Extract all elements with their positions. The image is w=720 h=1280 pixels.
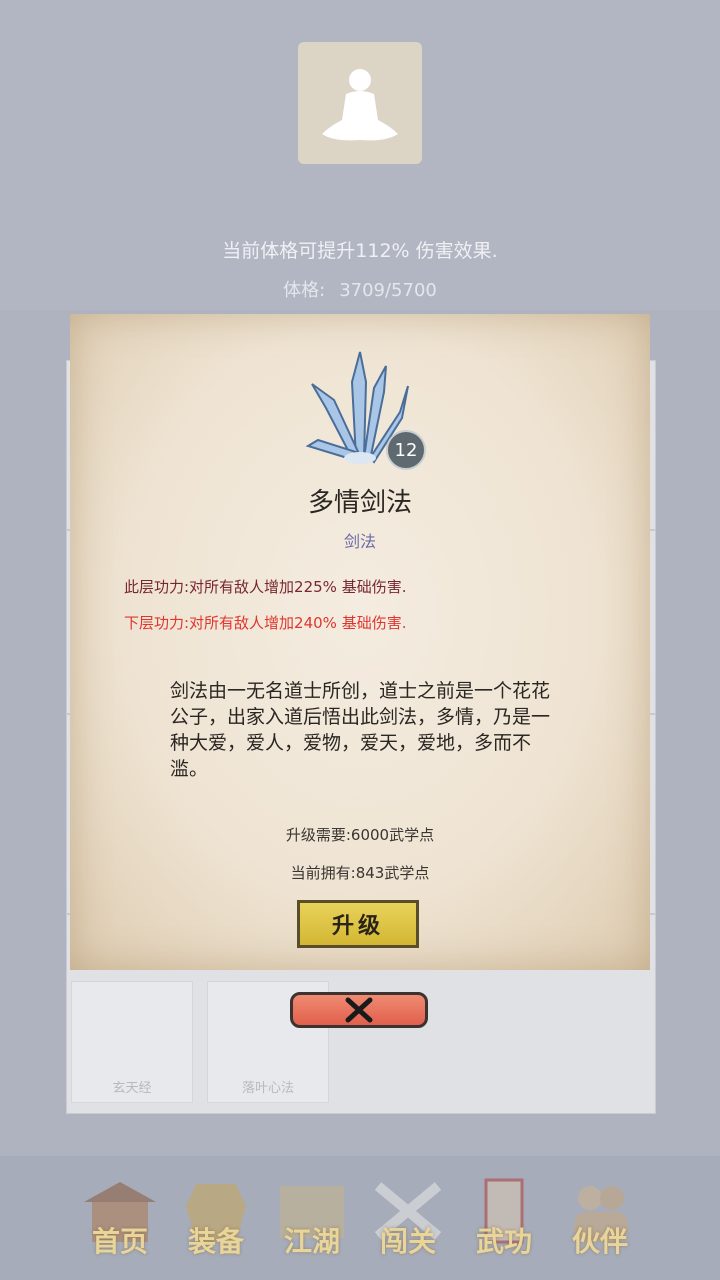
close-icon: [345, 997, 373, 1023]
nav-jianghu[interactable]: 江湖: [264, 1170, 360, 1270]
meditation-avatar[interactable]: [298, 42, 422, 164]
upgrade-button[interactable]: 升级: [297, 900, 419, 948]
nav-partners[interactable]: 伙伴: [552, 1170, 648, 1270]
card-label: 落叶心法: [241, 1081, 294, 1096]
nav-label: 闯关: [379, 1225, 436, 1258]
constitution-effect-text: 当前体格可提升112% 伤害效果.: [222, 240, 498, 262]
upgrade-cost: 升级需要:6000武学点: [285, 826, 435, 844]
nav-label: 首页: [91, 1225, 148, 1258]
current-level-effect: 此层功力:对所有敌人增加225% 基础伤害.: [124, 578, 407, 596]
card-label: 玄天经: [112, 1081, 152, 1096]
close-button[interactable]: [290, 992, 428, 1028]
skill-level-badge: 12: [386, 430, 426, 470]
constitution-value: 3709/5700: [339, 280, 437, 301]
bottom-nav: 首页 装备 江湖 闯关 武功 伙伴: [0, 1156, 720, 1280]
header-area: 当前体格可提升112% 伤害效果. 体格: 3709/5700: [0, 0, 720, 310]
current-points: 当前拥有:843武学点: [290, 864, 430, 882]
nav-label: 伙伴: [571, 1225, 628, 1258]
nav-label: 装备: [187, 1225, 244, 1258]
list-card-xuantianjing[interactable]: 玄天经: [71, 981, 193, 1103]
nav-label: 江湖: [283, 1225, 340, 1258]
constitution-label: 体格:: [283, 280, 326, 301]
skill-description: 剑法由一无名道士所创，道士之前是一个花花公子，出家入道后悟出此剑法，多情，乃是一…: [170, 680, 551, 780]
nav-equipment[interactable]: 装备: [168, 1170, 264, 1270]
nav-martial-arts[interactable]: 武功: [456, 1170, 552, 1270]
next-level-effect: 下层功力:对所有敌人增加240% 基础伤害.: [124, 614, 407, 632]
skill-name: 多情剑法: [307, 488, 412, 518]
nav-label: 武功: [475, 1225, 532, 1258]
meditation-icon: [322, 69, 398, 141]
skill-detail-scroll: 12 多情剑法 剑法 此层功力:对所有敌人增加225% 基础伤害. 下层功力:对…: [70, 314, 650, 970]
constitution-stat: 体格: 3709/5700: [0, 276, 720, 302]
nav-home[interactable]: 首页: [72, 1170, 168, 1270]
skill-type: 剑法: [343, 532, 376, 551]
nav-challenge[interactable]: 闯关: [360, 1170, 456, 1270]
